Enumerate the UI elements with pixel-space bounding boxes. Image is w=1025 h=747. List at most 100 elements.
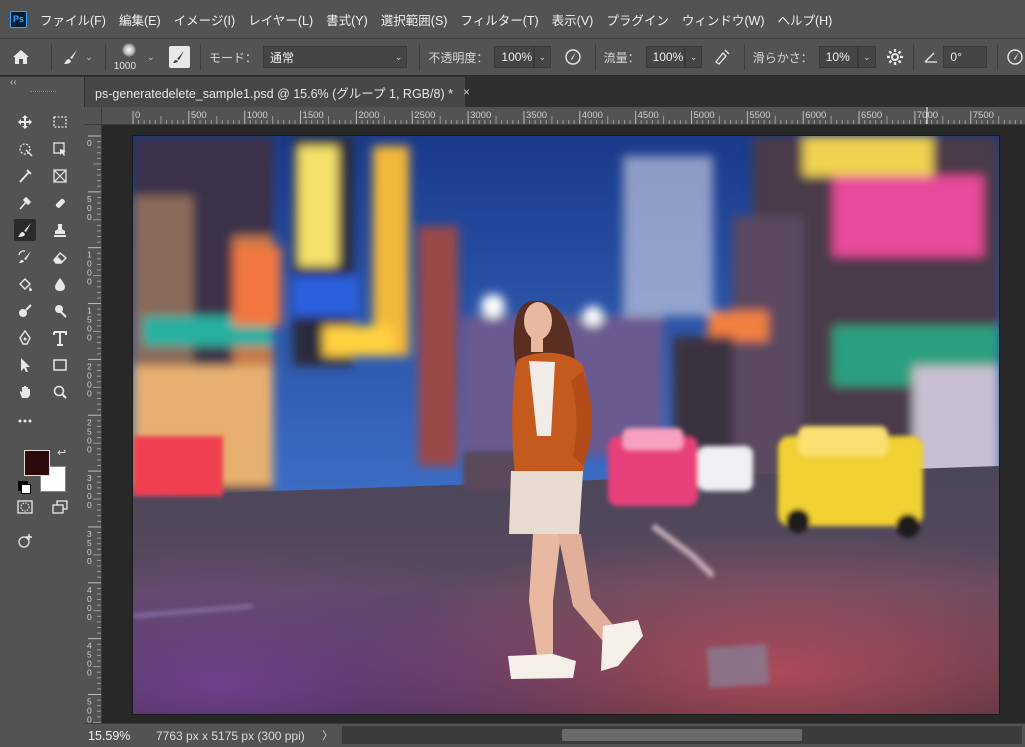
clone-stamp-icon[interactable]: [49, 219, 71, 241]
ruler-label: 3500: [526, 110, 547, 121]
ruler-label: 4500: [638, 110, 659, 121]
hand-tool-icon[interactable]: [14, 381, 36, 403]
swap-colors-icon[interactable]: ↩: [57, 446, 66, 459]
dodge-burn-icon[interactable]: [14, 300, 36, 322]
brush-tool-icon[interactable]: [14, 219, 36, 241]
menu-edit[interactable]: 編集(E): [119, 10, 161, 29]
pen-tool-icon[interactable]: [14, 327, 36, 349]
ruler-label: 0: [87, 333, 92, 343]
ruler-label: 500: [191, 110, 207, 121]
default-colors-icon[interactable]: [21, 484, 31, 494]
ruler-label: 1500: [303, 110, 324, 121]
foreground-color-swatch[interactable]: [24, 450, 50, 476]
flow-input[interactable]: 100%: [645, 46, 685, 68]
horizontal-ruler[interactable]: 0 500 1000 1500 2000 2500 3000 3500 4000 4500 5000…: [102, 107, 1025, 125]
document-tab[interactable]: ps-generatedelete_sample1.psd @ 15.6% (グ…: [85, 77, 470, 107]
mode-label: モード：: [208, 50, 257, 65]
vertical-ruler[interactable]: 0500100015002000250030003500400045005000: [84, 125, 102, 723]
opacity-input[interactable]: 100%: [494, 46, 534, 68]
brush-angle-input[interactable]: 0°: [943, 46, 987, 68]
zoom-tool-icon[interactable]: [49, 381, 71, 403]
blur-tool-icon[interactable]: [49, 273, 71, 295]
ruler-label: 0: [87, 212, 92, 222]
ruler-label: 2000: [358, 110, 379, 121]
object-select-box-icon[interactable]: [49, 138, 71, 160]
opacity-value: 100%: [501, 50, 533, 64]
history-brush-icon[interactable]: [14, 246, 36, 268]
ruler-label: 2500: [414, 110, 435, 121]
chevron-down-icon: ⌄: [538, 52, 547, 62]
edit-toolbar-icon[interactable]: [14, 530, 36, 552]
scrollbar-thumb[interactable]: [562, 729, 802, 741]
pressure-size-icon[interactable]: [1005, 45, 1024, 69]
eyedropper-icon[interactable]: [14, 192, 36, 214]
blend-mode-select[interactable]: 通常 ⌄: [263, 46, 408, 68]
menu-filter[interactable]: フィルター(T): [460, 10, 538, 29]
brush-size-picker[interactable]: 1000: [114, 40, 143, 74]
screen-mode-icon[interactable]: [49, 496, 71, 518]
ruler-label: 0: [87, 138, 92, 148]
options-bar: ⌄ 1000 ⌄ モード： 通常 ⌄ 不透明度： 100% ⌄ 流量： 100%…: [0, 38, 1025, 76]
move-tool-icon[interactable]: [14, 111, 36, 133]
type-tool-icon[interactable]: [49, 327, 71, 349]
ruler-label: 5500: [749, 110, 770, 121]
more-tools-icon[interactable]: [14, 410, 36, 432]
smoothing-value: 10%: [825, 50, 850, 64]
brush-settings-panel-icon[interactable]: [168, 46, 191, 68]
zoom-level[interactable]: 15.59%: [88, 729, 148, 743]
smoothing-label: 滑らかさ：: [752, 50, 813, 65]
path-selection-icon[interactable]: [14, 354, 36, 376]
eraser-icon[interactable]: [49, 246, 71, 268]
ruler-label: 5000: [694, 110, 715, 121]
collapse-panel-icon[interactable]: ‹‹: [10, 77, 17, 88]
menu-select[interactable]: 選択範囲(S): [381, 10, 448, 29]
ruler-label: 0: [87, 444, 92, 454]
smoothing-input[interactable]: 10%: [818, 46, 858, 68]
close-tab-icon[interactable]: ×: [463, 85, 470, 99]
document-tab-bar: ps-generatedelete_sample1.psd @ 15.6% (グ…: [84, 77, 1025, 107]
paint-bucket-icon[interactable]: [14, 273, 36, 295]
menu-image[interactable]: イメージ(I): [174, 10, 236, 29]
zoom-dodge-icon[interactable]: [49, 300, 71, 322]
ruler-label: 1000: [247, 110, 268, 121]
document-dimensions: 7763 px x 5175 px (300 ppi): [156, 728, 305, 743]
gear-icon[interactable]: [884, 45, 907, 69]
smoothing-dropdown[interactable]: ⌄: [857, 46, 876, 68]
ruler-label: 4000: [582, 110, 603, 121]
healing-brush-icon[interactable]: [49, 192, 71, 214]
airbrush-icon[interactable]: [710, 45, 733, 69]
chevron-down-icon[interactable]: ⌄: [147, 52, 155, 63]
menu-layer[interactable]: レイヤー(L): [248, 10, 313, 29]
panel-grip[interactable]: [30, 91, 56, 93]
horizontal-scrollbar[interactable]: [342, 726, 1022, 744]
rectangle-tool-icon[interactable]: [49, 354, 71, 376]
brush-tool-preset-icon[interactable]: [60, 42, 81, 72]
ruler-label: 0: [135, 110, 140, 121]
menu-help[interactable]: ヘルプ(H): [777, 10, 832, 29]
menu-window[interactable]: ウィンドウ(W): [682, 10, 765, 29]
status-bar: 15.59% 7763 px x 5175 px (300 ppi) 〉: [84, 723, 1025, 747]
chevron-down-icon: ⌄: [394, 52, 403, 62]
menu-file[interactable]: ファイル(F): [40, 10, 106, 29]
pressure-opacity-icon[interactable]: [561, 45, 584, 69]
chevron-down-icon[interactable]: ⌄: [85, 52, 93, 63]
menu-type[interactable]: 書式(Y): [326, 10, 368, 29]
opacity-dropdown[interactable]: ⌄: [533, 46, 552, 68]
status-arrow-icon[interactable]: 〉: [322, 727, 333, 743]
crop-eyedrop-icon[interactable]: [14, 165, 36, 187]
chevron-down-icon: ⌄: [689, 52, 698, 62]
menu-view[interactable]: 表示(V): [552, 10, 594, 29]
marquee-tool-icon[interactable]: [49, 111, 71, 133]
object-selection-icon[interactable]: [14, 138, 36, 160]
home-icon[interactable]: [0, 39, 43, 75]
ruler-origin[interactable]: [84, 107, 102, 125]
soft-brush-icon: [121, 43, 136, 57]
menu-plugins[interactable]: プラグイン: [606, 10, 669, 29]
ruler-label: 0: [87, 612, 92, 622]
quick-mask-icon[interactable]: [14, 496, 36, 518]
frame-tool-icon[interactable]: [49, 165, 71, 187]
document-canvas[interactable]: [133, 136, 999, 714]
ruler-label: 0: [87, 500, 92, 510]
document-tab-title: ps-generatedelete_sample1.psd @ 15.6% (グ…: [95, 86, 453, 101]
flow-dropdown[interactable]: ⌄: [684, 46, 703, 68]
